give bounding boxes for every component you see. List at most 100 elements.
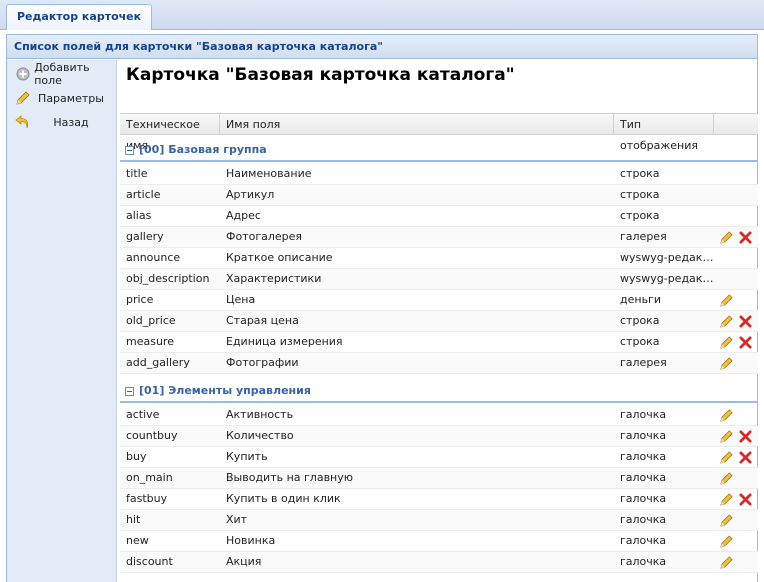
delete-x-icon[interactable] [737,334,753,350]
cell-tech-name: price [126,293,154,306]
cell-tech-name: old_price [126,314,176,327]
table-row[interactable]: alias Адрес строка [120,206,758,227]
add-field-button[interactable]: Добавить поле [7,61,117,87]
table-row[interactable]: gallery Фотогалерея галерея [120,227,758,248]
cell-tech-name: obj_description [126,272,210,285]
cell-display-type: wyswyg-редакт... [620,251,714,264]
params-label: Параметры [38,91,104,105]
row-actions [718,533,734,549]
collapse-toggle-icon[interactable] [125,146,134,155]
delete-x-icon[interactable] [737,229,753,245]
cell-field-name: Акция [226,555,262,568]
table-row[interactable]: title Наименование строка [120,164,758,185]
edit-pencil-icon[interactable] [718,512,734,528]
edit-pencil-icon[interactable] [718,334,734,350]
edit-pencil-icon[interactable] [718,229,734,245]
column-header-tech-name[interactable]: Техническое имя [120,114,220,152]
params-button[interactable]: Параметры [7,88,117,108]
cell-display-type: wyswyg-редакт... [620,272,714,285]
table-row[interactable]: discount Акция галочка [120,552,758,573]
back-button[interactable]: Назад [7,112,117,132]
table-row[interactable]: on_main Выводить на главную галочка [120,468,758,489]
edit-pencil-icon[interactable] [718,407,734,423]
row-actions [718,491,753,507]
back-arrow-icon [14,113,32,131]
cell-display-type: строка [620,188,660,201]
table-row[interactable]: announce Краткое описание wyswyg-редакт... [120,248,758,269]
edit-pencil-icon[interactable] [718,355,734,371]
cell-field-name: Наименование [226,167,312,180]
cell-tech-name: alias [126,209,152,222]
cell-tech-name: on_main [126,471,173,484]
cell-display-type: галочка [620,408,667,421]
row-actions [718,313,753,329]
cell-tech-name: active [126,408,160,421]
card-title: Карточка "Базовая карточка каталога" [126,65,515,85]
group-label: [00] Базовая группа [139,143,267,156]
edit-pencil-icon[interactable] [718,554,734,570]
cell-display-type: деньги [620,293,661,306]
table-row[interactable]: countbuy Количество галочка [120,426,758,447]
delete-x-icon[interactable] [737,491,753,507]
cell-field-name: Краткое описание [226,251,333,264]
edit-pencil-icon[interactable] [718,428,734,444]
edit-pencil-icon[interactable] [718,292,734,308]
grid-header: Техническое имя Имя поля Тип отображения [120,113,758,152]
tab-strip: Редактор карточек [0,0,764,30]
cell-tech-name: discount [126,555,173,568]
add-field-label: Добавить поле [34,61,90,87]
table-row[interactable]: price Цена деньги [120,290,758,311]
cell-display-type: строка [620,314,660,327]
cell-field-name: Старая цена [226,314,299,327]
cell-field-name: Количество [226,429,294,442]
cell-tech-name: gallery [126,230,164,243]
edit-pencil-icon[interactable] [718,491,734,507]
tab-card-editor[interactable]: Редактор карточек [6,4,153,30]
cell-field-name: Характеристики [226,272,322,285]
table-row[interactable]: add_gallery Фотографии галерея [120,353,758,374]
delete-x-icon[interactable] [737,449,753,465]
table-row[interactable]: hit Хит галочка [120,510,758,531]
cell-field-name: Единица измерения [226,335,343,348]
cell-display-type: галочка [620,513,667,526]
group-header[interactable]: [01] Элементы управления [120,377,758,403]
row-actions [718,355,734,371]
cell-display-type: строка [620,335,660,348]
edit-pencil-icon[interactable] [718,470,734,486]
delete-x-icon[interactable] [737,313,753,329]
collapse-toggle-icon[interactable] [125,387,134,396]
edit-pencil-icon[interactable] [718,449,734,465]
cell-field-name: Активность [226,408,294,421]
cell-tech-name: title [126,167,148,180]
table-row[interactable]: obj_description Характеристики wyswyg-реда… [120,269,758,290]
row-actions [718,334,753,350]
table-row[interactable]: fastbuy Купить в один клик галочка [120,489,758,510]
table-row[interactable]: measure Единица измерения строка [120,332,758,353]
row-actions [718,470,734,486]
cell-tech-name: buy [126,450,147,463]
delete-x-icon[interactable] [737,428,753,444]
cell-field-name: Хит [226,513,248,526]
table-row[interactable]: active Активность галочка [120,405,758,426]
table-row[interactable]: buy Купить галочка [120,447,758,468]
cell-tech-name: countbuy [126,429,178,442]
column-header-display-type[interactable]: Тип отображения [614,114,714,152]
add-circle-icon [14,65,31,83]
group-header[interactable]: [00] Базовая группа [120,136,758,162]
cell-display-type: строка [620,167,660,180]
table-row[interactable]: new Новинка галочка [120,531,758,552]
cell-tech-name: hit [126,513,141,526]
column-header-field-name[interactable]: Имя поля [220,114,614,135]
cell-display-type: галерея [620,230,667,243]
edit-pencil-icon[interactable] [718,533,734,549]
table-row[interactable]: old_price Старая цена строка [120,311,758,332]
table-row[interactable]: article Артикул строка [120,185,758,206]
cell-display-type: галочка [620,555,667,568]
row-actions [718,407,734,423]
row-actions [718,512,734,528]
cell-display-type: строка [620,209,660,222]
cell-field-name: Адрес [226,209,261,222]
edit-pencil-icon[interactable] [718,313,734,329]
cell-display-type: галерея [620,356,667,369]
group-label: [01] Элементы управления [139,384,311,397]
